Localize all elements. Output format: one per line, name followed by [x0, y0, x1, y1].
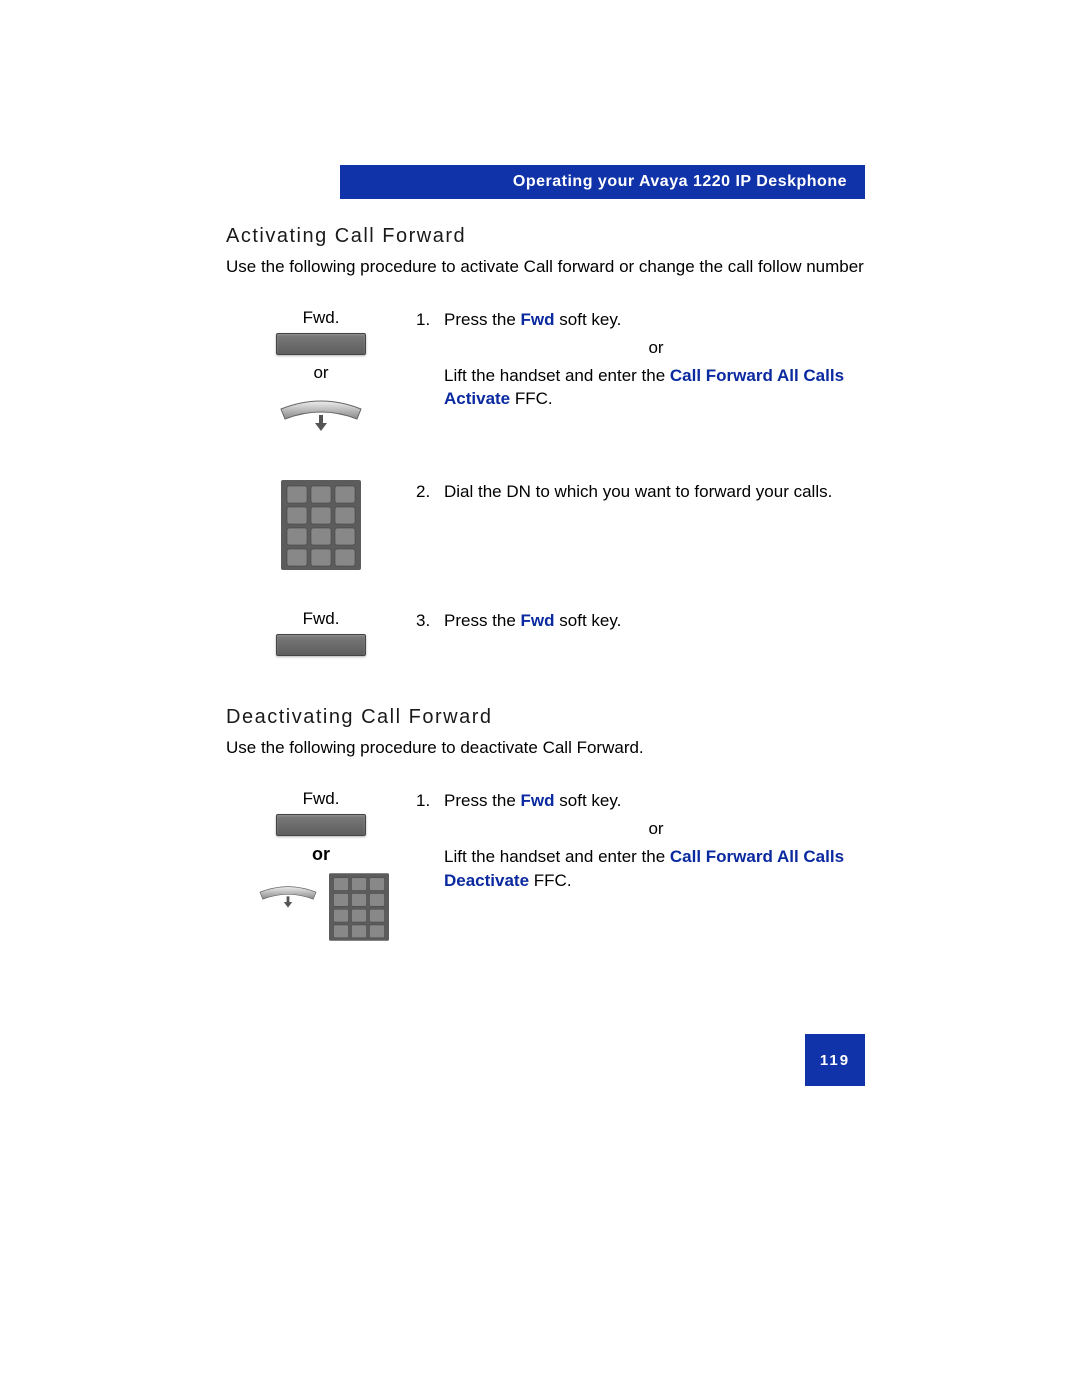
step-text: Press the Fwd soft key. — [444, 789, 866, 813]
or-label: or — [226, 363, 416, 383]
page-number: 119 — [805, 1034, 865, 1086]
step-left — [226, 480, 416, 575]
section-title-deactivate: Deactivating Call Forward — [226, 706, 866, 729]
step-text-alt: Lift the handset and enter the Call Forw… — [444, 364, 866, 412]
step-number: 1. — [416, 789, 444, 813]
fwd-label: Fwd. — [226, 789, 416, 809]
header-bar: Operating your Avaya 1220 IP Deskphone — [340, 165, 865, 199]
step-number: 1. — [416, 308, 444, 332]
handset-icon — [271, 391, 371, 440]
fwd-label: Fwd. — [226, 609, 416, 629]
or-center: or — [446, 336, 866, 360]
step-left: Fwd. — [226, 609, 416, 656]
step-right: 1. Press the Fwd soft key. or Lift the h… — [416, 789, 866, 892]
step-row: Fwd. or 1. Press the Fwd soft key. or Li… — [226, 308, 866, 446]
intro-activate: Use the following procedure to activate … — [226, 256, 866, 278]
step-right: 2. Dial the DN to which you want to forw… — [416, 480, 866, 504]
section-title-activate: Activating Call Forward — [226, 225, 866, 248]
handset-keypad-row — [226, 873, 416, 946]
softkey-icon — [276, 333, 366, 355]
step-left: Fwd. or — [226, 308, 416, 446]
header-title: Operating your Avaya 1220 IP Deskphone — [513, 173, 847, 191]
intro-deactivate: Use the following procedure to deactivat… — [226, 737, 866, 759]
step-row: Fwd. 3. Press the Fwd soft key. — [226, 609, 866, 656]
step-number: 2. — [416, 480, 444, 504]
step-number: 3. — [416, 609, 444, 633]
step-row: Fwd. or — [226, 789, 866, 946]
step-row: 2. Dial the DN to which you want to forw… — [226, 480, 866, 575]
step-left: Fwd. or — [226, 789, 416, 946]
keypad-icon — [281, 480, 361, 575]
step-text: Press the Fwd soft key. — [444, 308, 866, 332]
or-label: or — [226, 844, 416, 865]
keypad-icon — [329, 873, 389, 946]
step-text-alt: Lift the handset and enter the Call Forw… — [444, 845, 866, 893]
page-content: Activating Call Forward Use the followin… — [226, 225, 866, 964]
handset-icon — [253, 873, 323, 922]
or-center: or — [446, 817, 866, 841]
softkey-icon — [276, 634, 366, 656]
softkey-icon — [276, 814, 366, 836]
step-text: Press the Fwd soft key. — [444, 609, 866, 633]
step-right: 3. Press the Fwd soft key. — [416, 609, 866, 633]
step-right: 1. Press the Fwd soft key. or Lift the h… — [416, 308, 866, 411]
step-text: Dial the DN to which you want to forward… — [444, 480, 866, 504]
fwd-label: Fwd. — [226, 308, 416, 328]
